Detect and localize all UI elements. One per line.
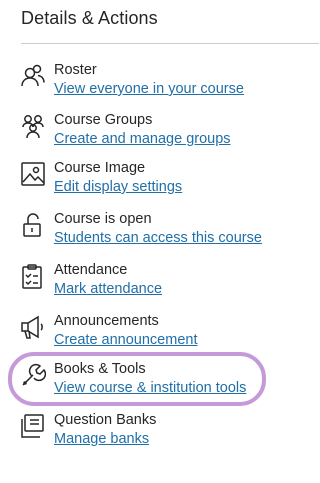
edit-display-settings-link[interactable]: Edit display settings [54, 179, 182, 195]
view-roster-link[interactable]: View everyone in your course [54, 81, 244, 97]
course-groups-item: Course Groups Create and manage groups [20, 112, 310, 152]
manage-banks-link[interactable]: Manage banks [54, 431, 149, 447]
wrench-icon [20, 362, 46, 388]
announcements-item: Announcements Create announcement [20, 313, 310, 353]
view-tools-link[interactable]: View course & institution tools [54, 380, 246, 396]
megaphone-icon [20, 314, 46, 340]
announcements-label: Announcements [54, 313, 159, 329]
roster-label: Roster [54, 62, 97, 78]
groups-icon [20, 113, 46, 139]
course-groups-label: Course Groups [54, 112, 153, 128]
course-open-label: Course is open [54, 211, 152, 227]
question-bank-icon [20, 413, 46, 439]
attendance-label: Attendance [54, 262, 128, 278]
panel-title: Details & Actions [21, 8, 158, 28]
create-announcement-link[interactable]: Create announcement [54, 332, 198, 348]
people-icon [20, 63, 46, 89]
course-image-item: Course Image Edit display settings [20, 160, 310, 200]
course-image-label: Course Image [54, 160, 146, 176]
question-banks-item: Question Banks Manage banks [20, 412, 310, 452]
course-open-item: Course is open Students can access this … [20, 211, 310, 251]
image-icon [20, 161, 46, 187]
books-tools-item: Books & Tools View course & institution … [20, 361, 310, 401]
books-tools-label: Books & Tools [54, 361, 146, 377]
question-banks-label: Question Banks [54, 412, 157, 428]
clipboard-icon [20, 263, 46, 289]
mark-attendance-link[interactable]: Mark attendance [54, 281, 162, 297]
unlock-icon [20, 212, 46, 238]
divider [21, 43, 319, 44]
manage-groups-link[interactable]: Create and manage groups [54, 131, 231, 147]
roster-item: Roster View everyone in your course [20, 62, 310, 102]
attendance-item: Attendance Mark attendance [20, 262, 310, 302]
student-access-link[interactable]: Students can access this course [54, 230, 262, 246]
